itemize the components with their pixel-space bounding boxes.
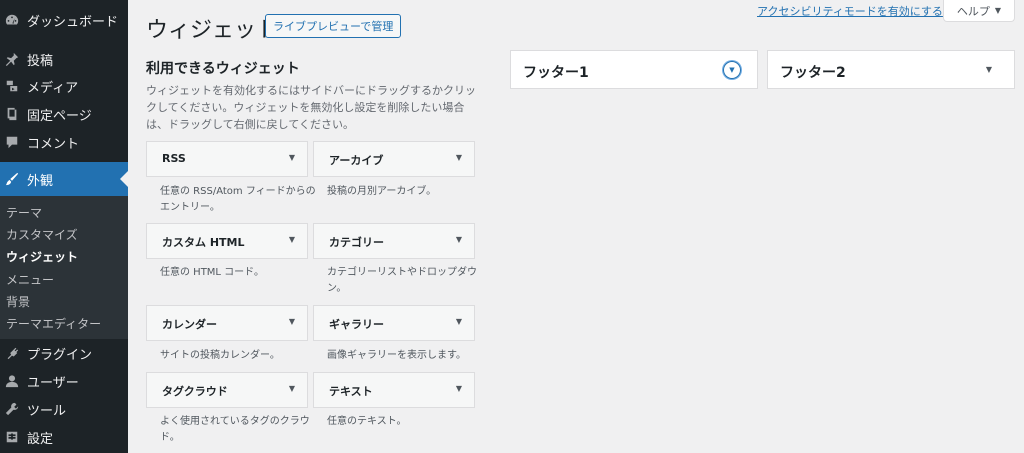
caret-down-icon[interactable]: ▼ <box>986 65 992 74</box>
help-tab-button[interactable]: ヘルプ ▼ <box>943 0 1015 22</box>
available-widgets-description: ウィジェットを有効化するにはサイドバーにドラッグするかクリックしてください。ウィ… <box>146 84 476 131</box>
widget-text[interactable]: テキスト ▼ <box>313 372 475 408</box>
widget-description: 投稿の月別アーカイブ。 <box>327 186 437 197</box>
widget-title: ギャラリー <box>329 318 384 331</box>
menu-label: プラグイン <box>27 347 93 363</box>
widget-description: サイトの投稿カレンダー。 <box>160 350 280 361</box>
submenu-item-theme-editor[interactable]: テーマエディター <box>6 315 101 332</box>
widget-description: 任意の HTML コード。 <box>160 267 264 278</box>
plugin-icon <box>5 346 19 360</box>
widget-title: テキスト <box>329 385 373 398</box>
menu-label: メディア <box>27 80 79 96</box>
pin-icon <box>5 52 19 66</box>
widget-title: カレンダー <box>162 318 217 331</box>
menu-item-posts[interactable]: 投稿 <box>0 45 128 73</box>
widget-title: アーカイブ <box>329 154 384 167</box>
submenu-item-menus[interactable]: メニュー <box>6 271 54 288</box>
dashboard-icon <box>5 13 19 27</box>
menu-item-media[interactable]: メディア <box>0 72 128 100</box>
widget-title: カテゴリー <box>329 236 384 249</box>
menu-label: 固定ページ <box>27 108 92 124</box>
page-title: ウィジェット <box>146 18 279 43</box>
menu-label: 設定 <box>27 431 54 447</box>
widget-rss[interactable]: RSS ▼ <box>146 141 308 177</box>
menu-label: ツール <box>27 403 67 419</box>
menu-item-comments[interactable]: コメント <box>0 128 128 156</box>
menu-item-dashboard[interactable]: ダッシュボード <box>0 6 128 34</box>
menu-label: ユーザー <box>27 375 79 391</box>
accessibility-mode-link[interactable]: アクセシビリティモードを有効にする <box>757 3 943 19</box>
caret-down-icon[interactable]: ▼ <box>456 384 462 393</box>
submenu-item-widgets[interactable]: ウィジェット <box>6 248 78 265</box>
widget-description: 任意のテキスト。 <box>327 416 407 427</box>
widget-area-title: フッター1 <box>523 65 589 81</box>
comment-icon <box>5 135 19 149</box>
widget-description: カテゴリーリストやドロップダウン。 <box>327 267 477 294</box>
caret-down-icon[interactable]: ▼ <box>289 153 295 162</box>
caret-down-icon[interactable]: ▼ <box>456 153 462 162</box>
user-icon <box>5 374 19 388</box>
submenu-item-themes[interactable]: テーマ <box>6 204 42 221</box>
appearance-submenu: テーマ カスタマイズ ウィジェット メニュー 背景 テーマエディター <box>0 196 128 339</box>
caret-down-icon[interactable]: ▼ <box>456 317 462 326</box>
live-preview-button[interactable]: ライブプレビューで管理 <box>265 14 402 38</box>
menu-item-plugins[interactable]: プラグイン <box>0 339 128 367</box>
page-icon <box>5 107 19 121</box>
caret-down-icon[interactable]: ▼ <box>289 235 295 244</box>
menu-label: 投稿 <box>27 53 54 69</box>
menu-label: コメント <box>27 136 80 152</box>
caret-down-icon: ▼ <box>994 6 1002 15</box>
wrench-icon <box>5 402 19 416</box>
admin-sidebar: ダッシュボード 投稿 メディア 固定ページ コメント 外観 テーマ カスタマイズ… <box>0 0 128 453</box>
help-label: ヘルプ <box>956 4 990 18</box>
menu-item-pages[interactable]: 固定ページ <box>0 100 128 128</box>
menu-item-users[interactable]: ユーザー <box>0 367 128 395</box>
widget-description: 画像ギャラリーを表示します。 <box>327 350 466 361</box>
widget-custom-html[interactable]: カスタム HTML ▼ <box>146 223 308 259</box>
widget-title: カスタム HTML <box>162 236 245 249</box>
media-icon <box>5 79 19 93</box>
widget-archives[interactable]: アーカイブ ▼ <box>313 141 475 177</box>
submenu-item-background[interactable]: 背景 <box>6 293 30 310</box>
widget-title: RSS <box>162 152 186 165</box>
widget-area-footer-1[interactable]: フッター1 ▼ <box>510 50 758 89</box>
widget-description: よく使用されているタグのクラウド。 <box>160 416 310 443</box>
menu-item-settings[interactable]: 設定 <box>0 423 128 451</box>
widget-area-footer-2[interactable]: フッター2 ▼ <box>767 50 1015 89</box>
widget-area-title: フッター2 <box>780 65 846 81</box>
menu-item-tools[interactable]: ツール <box>0 395 128 423</box>
caret-down-icon[interactable]: ▼ <box>456 235 462 244</box>
caret-down-icon[interactable]: ▼ <box>289 384 295 393</box>
chevron-down-icon[interactable]: ▼ <box>723 61 741 79</box>
caret-down-icon[interactable]: ▼ <box>289 317 295 326</box>
menu-item-appearance[interactable]: 外観 <box>0 162 128 196</box>
available-widgets-heading: 利用できるウィジェット <box>146 61 300 77</box>
widget-description: 任意の RSS/Atom フィードからのエントリー。 <box>160 186 316 213</box>
widget-gallery[interactable]: ギャラリー ▼ <box>313 305 475 341</box>
widget-calendar[interactable]: カレンダー ▼ <box>146 305 308 341</box>
menu-label: ダッシュボード <box>27 14 119 30</box>
widget-tag-cloud[interactable]: タグクラウド ▼ <box>146 372 308 408</box>
submenu-item-customize[interactable]: カスタマイズ <box>6 226 78 243</box>
widget-title: タグクラウド <box>162 385 228 398</box>
menu-label: 外観 <box>27 173 54 189</box>
widget-categories[interactable]: カテゴリー ▼ <box>313 223 475 259</box>
settings-icon <box>5 430 19 444</box>
brush-icon <box>5 172 19 186</box>
